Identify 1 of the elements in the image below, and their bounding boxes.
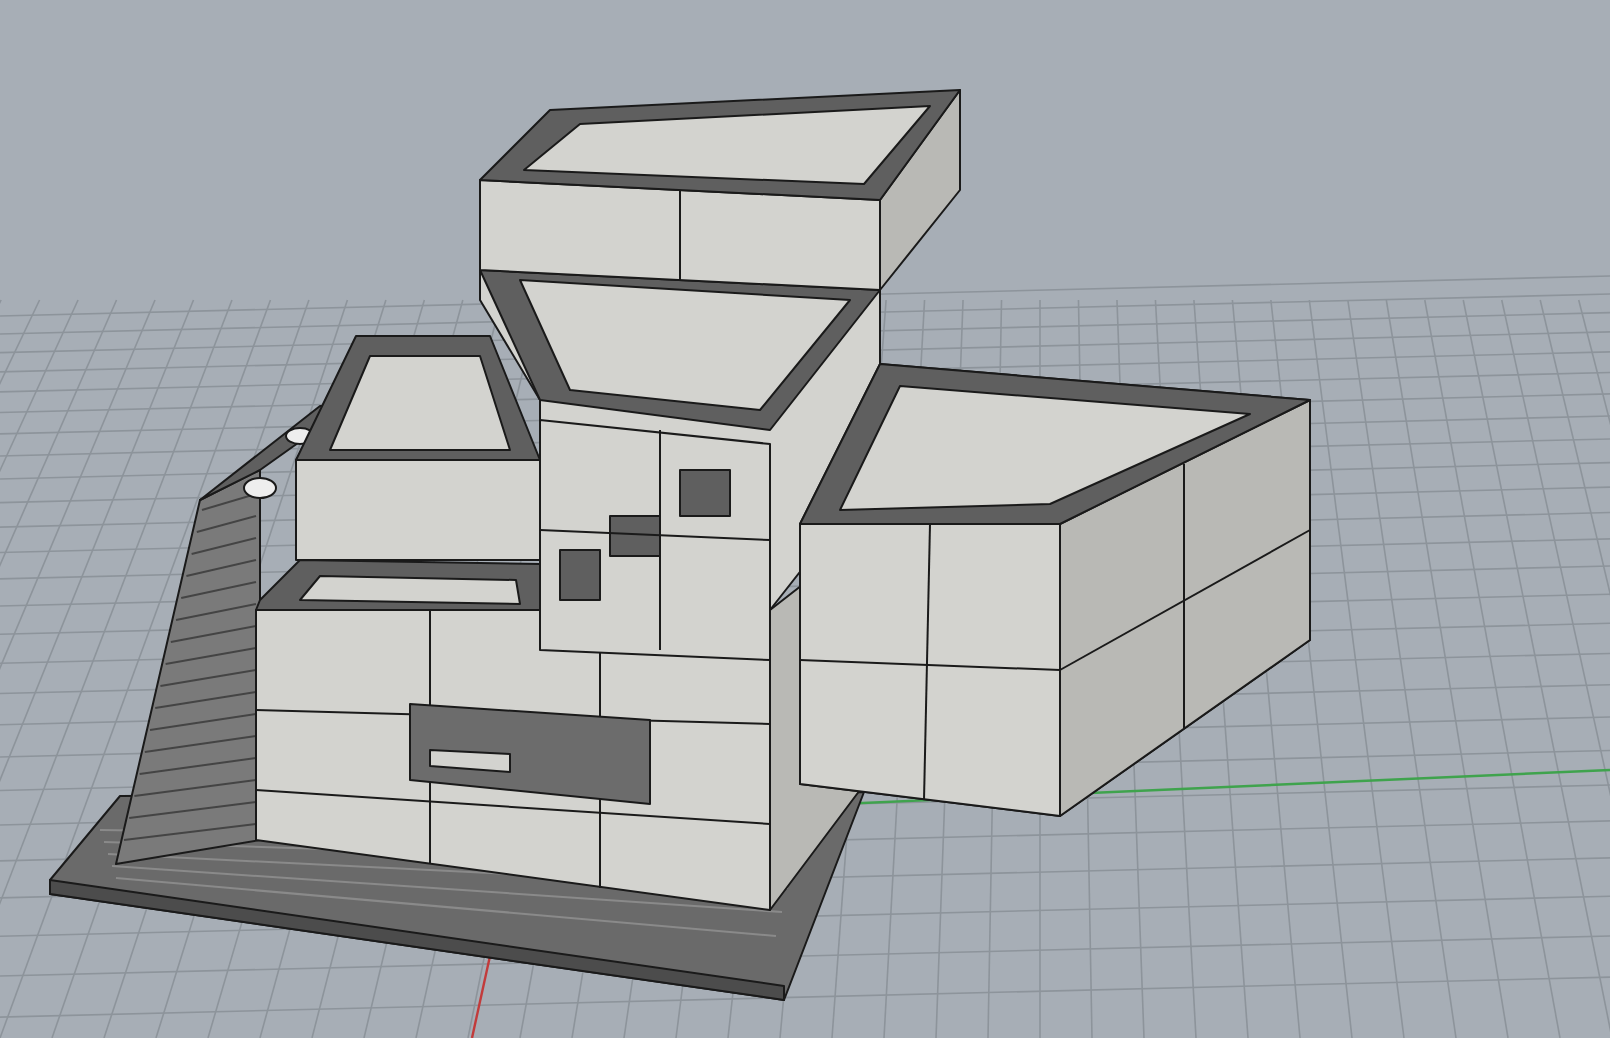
y-axis-line: [470, 955, 492, 1038]
